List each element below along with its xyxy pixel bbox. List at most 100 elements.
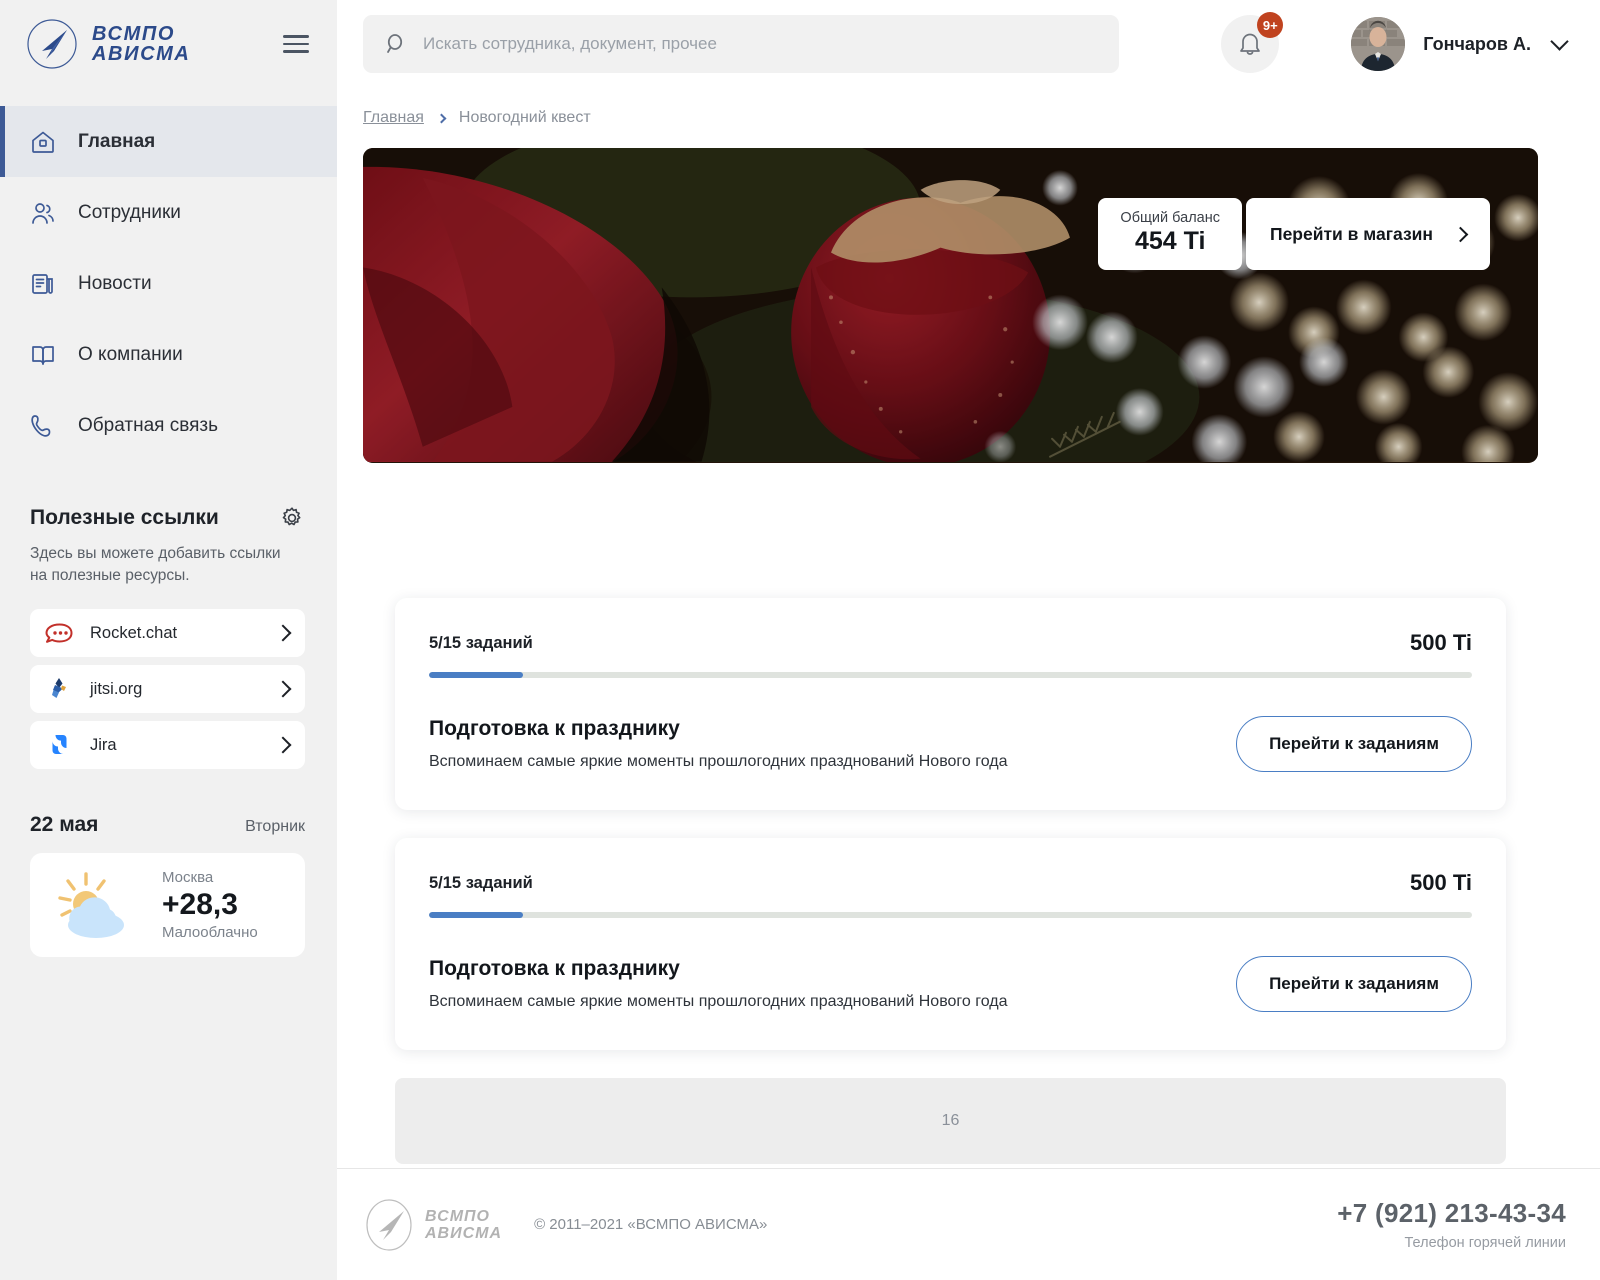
quest-progress-fill <box>429 672 523 678</box>
rocketchat-icon <box>44 618 74 648</box>
brand-line-2: АВИСМА <box>92 43 191 65</box>
sidebar-item-about-label: О компании <box>78 343 183 365</box>
go-to-tasks-button[interactable]: Перейти к заданиям <box>1236 716 1472 772</box>
brand-line-1: ВСМПО <box>92 23 175 45</box>
app-root: ВСМПО АВИСМА Главная Сотрудники Новости … <box>0 0 1600 1280</box>
bell-icon <box>1240 33 1261 55</box>
quest-texts: Подготовка к празднику Вспоминаем самые … <box>429 717 1206 771</box>
top-bar-right: 9+ Гончаров А. <box>1221 12 1569 73</box>
notifications[interactable]: 9+ <box>1221 12 1284 73</box>
link-item-jira[interactable]: Jira <box>30 721 305 769</box>
link-item-rocketchat-label: Rocket.chat <box>90 623 178 642</box>
footer-wordmark: ВСМПО АВИСМА <box>425 1208 502 1242</box>
weather-card[interactable]: Москва +28,3 Малооблачно <box>30 853 305 957</box>
useful-links-description: Здесь вы можете добавить ссылки на полез… <box>30 545 281 584</box>
balance-value: 454 Ti <box>1134 227 1206 255</box>
chevron-down-icon[interactable] <box>1550 32 1569 51</box>
footer-brand-line-2: АВИСМА <box>425 1224 503 1242</box>
quest-card: 5/15 заданий 500 Ti Подготовка к праздни… <box>395 838 1506 1050</box>
quest-title: Подготовка к празднику <box>429 717 680 740</box>
jitsi-icon <box>44 674 74 704</box>
search-icon <box>387 34 403 53</box>
quest-body: Подготовка к празднику Вспоминаем самые … <box>429 956 1472 1012</box>
chevron-right-icon <box>436 113 447 123</box>
page-content: Главная Новогодний квест Общий баланс 45… <box>337 88 1600 1168</box>
footer-logo: ВСМПО АВИСМА <box>363 1198 502 1251</box>
weather-date-row: 22 мая Вторник <box>30 813 305 837</box>
home-icon <box>28 127 58 157</box>
footer-contacts: +7 (921) 213-43-34 Телефон горячей линии <box>1337 1198 1566 1251</box>
sidebar-item-news[interactable]: Новости <box>0 248 337 319</box>
chevron-right-icon <box>274 680 292 698</box>
go-to-tasks-button[interactable]: Перейти к заданиям <box>1236 956 1472 1012</box>
brand-logo[interactable]: ВСМПО АВИСМА <box>0 0 337 88</box>
user-name: Гончаров А. <box>1423 33 1531 54</box>
sidebar-item-feedback[interactable]: Обратная связь <box>0 390 337 461</box>
weather-date: 22 мая <box>30 813 99 836</box>
vsmpo-logo-icon <box>27 19 77 69</box>
quest-header: 5/15 заданий 500 Ti <box>429 630 1472 656</box>
quest-subtitle: Вспоминаем самые яркие моменты прошлогод… <box>429 993 1008 1010</box>
balance-label: Общий баланс <box>1120 210 1220 226</box>
chevron-right-icon <box>274 624 292 642</box>
quest-card: 5/15 заданий 500 Ti Подготовка к праздни… <box>395 598 1506 810</box>
page-footer: ВСМПО АВИСМА © 2011–2021 «ВСМПО АВИСМА» … <box>337 1168 1600 1280</box>
link-item-jitsi-label: jitsi.org <box>90 679 143 698</box>
main-area: 9+ <box>337 0 1600 1280</box>
sidebar-item-home-label: Главная <box>78 130 156 152</box>
quest-subtitle: Вспоминаем самые яркие моменты прошлогод… <box>429 753 1008 770</box>
chevron-right-icon <box>274 736 292 754</box>
useful-links-title: Полезные ссылки <box>30 506 219 529</box>
quest-reward: 500 Ti <box>1410 630 1472 655</box>
sidebar-nav: Главная Сотрудники Новости О компании Об… <box>0 106 337 461</box>
weather-info: Москва +28,3 Малооблачно <box>162 869 258 941</box>
footer-phone[interactable]: +7 (921) 213-43-34 <box>1337 1198 1566 1229</box>
weather-condition: Малооблачно <box>162 924 258 941</box>
go-to-shop-button[interactable]: Перейти в магазин <box>1245 198 1490 270</box>
sidebar-item-home[interactable]: Главная <box>0 106 337 177</box>
quest-progress-bar <box>429 672 1472 678</box>
phone-icon <box>28 411 58 441</box>
sidebar-item-employees-label: Сотрудники <box>78 201 181 223</box>
breadcrumb: Главная Новогодний квест <box>363 88 1538 148</box>
go-to-shop-label: Перейти в магазин <box>1269 223 1433 244</box>
sun-cloud-icon <box>48 868 152 942</box>
sidebar-item-about[interactable]: О компании <box>0 319 337 390</box>
hero-background-image <box>363 148 1538 462</box>
breadcrumb-current: Новогодний квест <box>458 109 591 126</box>
chevron-right-icon <box>1452 226 1469 242</box>
weather-widget: 22 мая Вторник Москва +28,3 Малооблачно <box>0 813 337 957</box>
quest-progress-bar <box>429 912 1472 918</box>
quest-progress-count: 5/15 заданий <box>429 873 533 892</box>
breadcrumb-home[interactable]: Главная <box>363 109 424 127</box>
footer-copyright: © 2011–2021 «ВСМПО АВИСМА» <box>534 1216 768 1233</box>
users-icon <box>28 198 58 228</box>
notifications-badge: 9+ <box>1257 12 1284 38</box>
useful-links-list: Rocket.chat jitsi.org Jira <box>30 609 305 769</box>
gear-icon[interactable] <box>279 505 305 531</box>
quest-header: 5/15 заданий 500 Ti <box>429 870 1472 896</box>
useful-links-header: Полезные ссылки <box>30 505 305 531</box>
footer-phone-caption: Телефон горячей линии <box>1404 1235 1566 1251</box>
quest-progress-count: 5/15 заданий <box>429 633 533 652</box>
quest-reward: 500 Ti <box>1410 870 1472 895</box>
jira-icon <box>44 730 74 760</box>
search-input[interactable] <box>423 34 1097 54</box>
quest-texts: Подготовка к празднику Вспоминаем самые … <box>429 957 1206 1011</box>
sidebar: ВСМПО АВИСМА Главная Сотрудники Новости … <box>0 0 337 1280</box>
sidebar-item-news-label: Новости <box>78 272 152 294</box>
link-item-jitsi[interactable]: jitsi.org <box>30 665 305 713</box>
sidebar-item-feedback-label: Обратная связь <box>78 414 218 436</box>
user-menu[interactable]: Гончаров А. <box>1351 17 1569 71</box>
menu-toggle-button[interactable] <box>283 35 309 53</box>
weather-weekday: Вторник <box>245 818 305 835</box>
quest-title: Подготовка к празднику <box>429 957 680 980</box>
link-item-rocketchat[interactable]: Rocket.chat <box>30 609 305 657</box>
search-box[interactable] <box>363 15 1119 73</box>
hero-banner: Общий баланс 454 Ti Перейти в магазин <box>363 148 1538 463</box>
book-icon <box>28 340 58 370</box>
footer-brand-line-1: ВСМПО <box>425 1207 490 1225</box>
sidebar-item-employees[interactable]: Сотрудники <box>0 177 337 248</box>
balance-card: Общий баланс 454 Ti <box>1098 198 1242 270</box>
quest-panel: 5/15 заданий 500 Ti Подготовка к праздни… <box>363 481 1538 1164</box>
